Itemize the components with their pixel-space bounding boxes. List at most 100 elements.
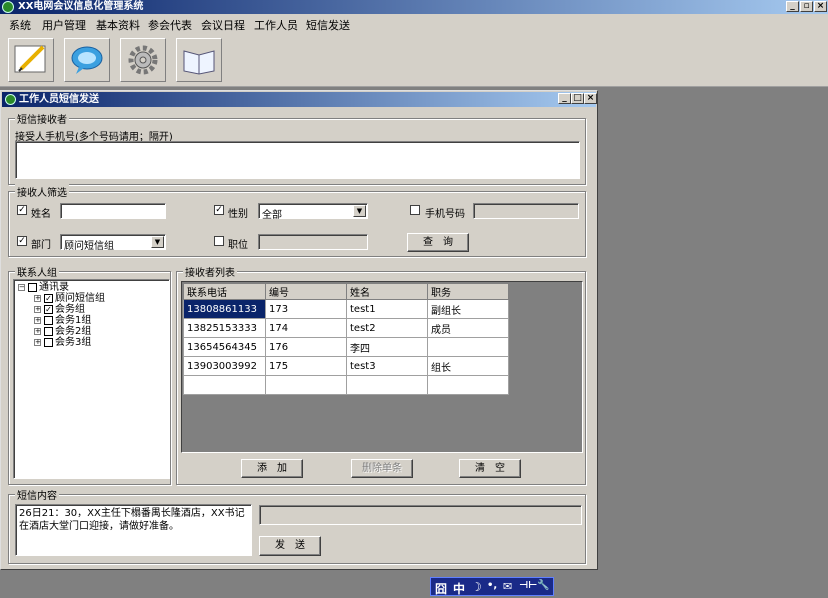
table-cell[interactable]: 13808861133 — [183, 299, 266, 319]
ime-mail-icon[interactable]: ✉ — [503, 580, 512, 593]
phone-checkbox[interactable] — [410, 205, 420, 215]
sms-content-textarea[interactable]: 26日21：30，XX主任下榻番禺长隆酒店，XX书记在酒店大堂门口迎接，请做好准… — [15, 504, 252, 556]
receiver-list-title: 接收者列表 — [183, 264, 237, 279]
table-cell[interactable] — [427, 375, 509, 395]
name-checkbox[interactable]: ✓ — [17, 205, 27, 215]
table-cell[interactable]: 176 — [265, 337, 347, 357]
tree-child-checkbox[interactable] — [44, 337, 53, 347]
query-button[interactable]: 查 询 — [407, 233, 469, 252]
app-title: XX电网会议信息化管理系统 — [18, 1, 144, 12]
table-cell[interactable]: test2 — [346, 318, 428, 338]
menu-user-management[interactable]: 用户管理 — [42, 17, 86, 33]
tree-child-checkbox[interactable]: ✓ — [44, 304, 53, 314]
chat-bubble-icon — [71, 46, 103, 74]
wrench-icon[interactable]: 🔧 — [537, 580, 549, 591]
table-cell[interactable]: test3 — [346, 356, 428, 376]
table-cell[interactable]: 13654564345 — [183, 337, 266, 357]
menu-delegates[interactable]: 参会代表 — [148, 17, 192, 33]
settings-tool-button[interactable] — [120, 38, 166, 82]
table-cell[interactable] — [427, 337, 509, 357]
close-button[interactable]: × — [814, 1, 827, 12]
sms-window-title-bar: 工作人员短信发送 _ □ × — [2, 92, 597, 107]
receiver-grid[interactable]: 联系电话 编号 姓名 职务 13808861133 173 test1 副组长 138… — [181, 281, 583, 453]
name-input[interactable] — [60, 203, 166, 219]
menu-sms[interactable]: 短信发送 — [306, 17, 350, 33]
contacts-group-title: 联系人组 — [15, 264, 59, 279]
phone-input[interactable] — [473, 203, 579, 219]
ime-punctuation-icon[interactable]: •, — [487, 580, 497, 591]
edit-tool-button[interactable] — [8, 38, 54, 82]
expand-icon[interactable]: + — [34, 338, 41, 346]
table-row[interactable]: 13903003992 175 test3 组长 — [183, 356, 509, 376]
table-row[interactable]: 13825153333 174 test2 成员 — [183, 318, 509, 338]
column-header-phone[interactable]: 联系电话 — [183, 283, 266, 300]
dept-select-value: 顾问短信组 — [64, 241, 114, 252]
gender-checkbox[interactable]: ✓ — [214, 205, 224, 215]
table-row[interactable] — [183, 375, 509, 395]
table-cell[interactable]: 13903003992 — [183, 356, 266, 376]
ime-logo-icon[interactable]: 囧 — [435, 580, 447, 597]
tree-root-checkbox[interactable] — [28, 282, 37, 292]
position-input[interactable] — [258, 234, 368, 250]
menu-bar: 系统 用户管理 基本资料 参会代表 会议日程 工作人员 短信发送 — [0, 14, 828, 34]
tree-child-checkbox[interactable]: ✓ — [44, 293, 53, 303]
expand-icon[interactable]: + — [34, 305, 41, 313]
table-cell[interactable]: 组长 — [427, 356, 509, 376]
add-button[interactable]: 添 加 — [241, 459, 303, 478]
chevron-down-icon[interactable]: ▼ — [151, 236, 164, 248]
gender-select[interactable]: 全部 ▼ — [258, 203, 368, 221]
table-cell[interactable] — [183, 375, 266, 395]
menu-staff[interactable]: 工作人员 — [254, 17, 298, 33]
table-row[interactable]: 13808861133 173 test1 副组长 — [183, 299, 509, 319]
minimize-button[interactable]: _ — [786, 1, 799, 12]
child-maximize-button[interactable]: □ — [571, 93, 584, 104]
table-cell[interactable]: 成员 — [427, 318, 509, 338]
expand-icon[interactable]: + — [34, 294, 41, 302]
clear-button[interactable]: 清 空 — [459, 459, 521, 478]
gender-label: 性别 — [228, 209, 248, 220]
ime-halfwidth-icon[interactable]: ☽ — [471, 580, 482, 594]
table-cell[interactable]: 副组长 — [427, 299, 509, 319]
tree-child-checkbox[interactable] — [44, 315, 53, 325]
table-cell[interactable]: test1 — [346, 299, 428, 319]
table-cell[interactable]: 李四 — [346, 337, 428, 357]
table-cell[interactable]: 174 — [265, 318, 347, 338]
book-tool-button[interactable] — [176, 38, 222, 82]
ime-tray: 囧 中 ☽ •, ✉ ⊣⊢ 🔧 — [430, 577, 554, 596]
sms-status-field — [259, 505, 582, 525]
menu-schedule[interactable]: 会议日程 — [201, 17, 245, 33]
expand-icon[interactable]: + — [34, 327, 41, 335]
table-cell[interactable] — [346, 375, 428, 395]
table-cell[interactable]: 175 — [265, 356, 347, 376]
send-button[interactable]: 发 送 — [259, 536, 321, 556]
column-header-id[interactable]: 编号 — [265, 283, 347, 300]
dept-select[interactable]: 顾问短信组 ▼ — [60, 234, 166, 252]
receiver-phone-input[interactable] — [15, 141, 580, 179]
gear-icon — [128, 45, 158, 75]
table-cell[interactable]: 13825153333 — [183, 318, 266, 338]
collapse-icon[interactable]: − — [18, 283, 25, 291]
position-checkbox[interactable] — [214, 236, 224, 246]
tree-node-child[interactable]: + 会务3组 — [34, 337, 91, 349]
menu-basic-info[interactable]: 基本资料 — [96, 17, 140, 33]
delete-row-button[interactable]: 删除单条 — [351, 459, 413, 478]
ime-keyboard-icon[interactable]: ⊣⊢ — [519, 580, 537, 591]
ime-chinese-mode-icon[interactable]: 中 — [453, 580, 465, 597]
app-title-bar: XX电网会议信息化管理系统 _ ▫ × — [0, 0, 828, 14]
expand-icon[interactable]: + — [34, 316, 41, 324]
chevron-down-icon[interactable]: ▼ — [353, 205, 366, 217]
table-row[interactable]: 13654564345 176 李四 — [183, 337, 509, 357]
column-header-position[interactable]: 职务 — [427, 283, 509, 300]
message-tool-button[interactable] — [64, 38, 110, 82]
table-cell[interactable]: 173 — [265, 299, 347, 319]
column-header-name[interactable]: 姓名 — [346, 283, 428, 300]
menu-system[interactable]: 系统 — [9, 17, 31, 33]
child-close-button[interactable]: × — [584, 93, 597, 104]
table-cell[interactable] — [265, 375, 347, 395]
tree-child-checkbox[interactable] — [44, 326, 53, 336]
contacts-tree[interactable]: − 通讯录 + ✓ 顾问短信组 + ✓ 会务组 + 会务1组 + 会务2组 + 会务3组 — [13, 279, 170, 479]
restore-button[interactable]: ▫ — [800, 1, 813, 12]
window-logo-icon — [5, 94, 16, 105]
dept-checkbox[interactable]: ✓ — [17, 236, 27, 246]
child-minimize-button[interactable]: _ — [558, 93, 571, 104]
